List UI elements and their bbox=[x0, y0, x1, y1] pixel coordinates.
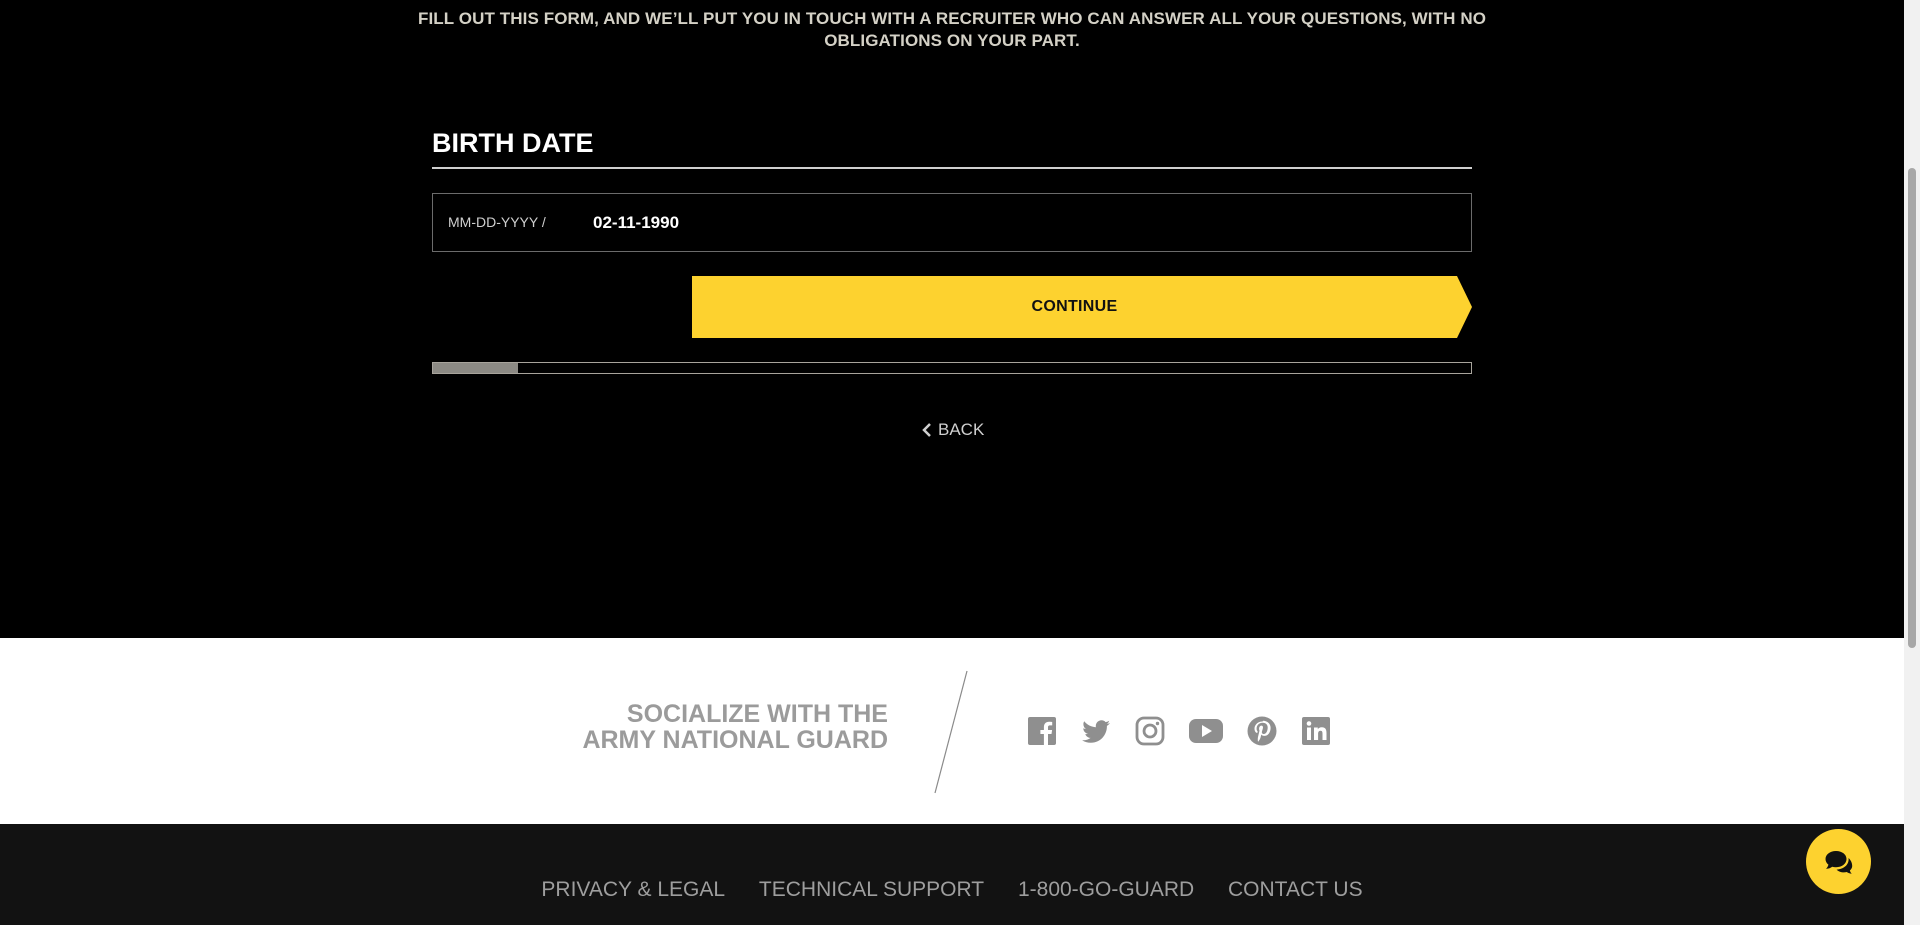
page: FILL OUT THIS FORM, AND WE’LL PUT YOU IN… bbox=[0, 0, 1904, 925]
progress-bar-fill bbox=[433, 363, 519, 373]
footer-link-phone[interactable]: 1-800-GO-GUARD bbox=[1018, 878, 1194, 901]
site-footer: PRIVACY & LEGAL TECHNICAL SUPPORT 1-800-… bbox=[0, 824, 1904, 925]
footer-link-technical-support[interactable]: TECHNICAL SUPPORT bbox=[759, 878, 984, 901]
social-heading-line1: SOCIALIZE WITH THE bbox=[626, 700, 888, 728]
social-icons bbox=[1026, 715, 1332, 747]
footer-link-contact[interactable]: CONTACT US bbox=[1228, 878, 1363, 901]
youtube-icon[interactable] bbox=[1188, 715, 1224, 747]
footer-nav: PRIVACY & LEGAL TECHNICAL SUPPORT 1-800-… bbox=[0, 878, 1904, 902]
chat-button[interactable] bbox=[1806, 829, 1871, 894]
social-heading: SOCIALIZE WITH THE ARMY NATIONAL GUARD bbox=[560, 701, 888, 753]
birth-date-field[interactable]: MM-DD-YYYY / bbox=[432, 193, 1472, 252]
twitter-icon[interactable] bbox=[1080, 715, 1112, 747]
chevron-left-icon bbox=[922, 423, 931, 437]
birth-date-heading: BIRTH DATE bbox=[432, 127, 1472, 169]
linkedin-icon[interactable] bbox=[1300, 715, 1332, 747]
diagonal-divider bbox=[934, 670, 968, 794]
lead-form-section: FILL OUT THIS FORM, AND WE’LL PUT YOU IN… bbox=[0, 0, 1904, 638]
intro-text: FILL OUT THIS FORM, AND WE’LL PUT YOU IN… bbox=[417, 9, 1487, 50]
birth-date-input[interactable] bbox=[593, 202, 1453, 243]
facebook-icon[interactable] bbox=[1026, 715, 1058, 747]
social-section: SOCIALIZE WITH THE ARMY NATIONAL GUARD bbox=[0, 638, 1904, 824]
instagram-icon[interactable] bbox=[1134, 715, 1166, 747]
footer-link-privacy[interactable]: PRIVACY & LEGAL bbox=[541, 878, 725, 901]
page-scrollbar[interactable] bbox=[1904, 0, 1920, 925]
continue-button[interactable]: CONTINUE bbox=[692, 276, 1472, 338]
progress-bar bbox=[432, 362, 1472, 374]
social-heading-line2: ARMY NATIONAL GUARD bbox=[582, 726, 888, 754]
scrollbar-thumb[interactable] bbox=[1908, 168, 1916, 648]
pinterest-icon[interactable] bbox=[1246, 715, 1278, 747]
back-link-label: BACK bbox=[938, 420, 985, 439]
chat-bubbles-icon bbox=[1825, 850, 1852, 874]
continue-button-label: CONTINUE bbox=[1031, 298, 1118, 315]
back-link[interactable]: BACK bbox=[922, 418, 984, 442]
date-format-hint: MM-DD-YYYY / bbox=[448, 214, 546, 230]
